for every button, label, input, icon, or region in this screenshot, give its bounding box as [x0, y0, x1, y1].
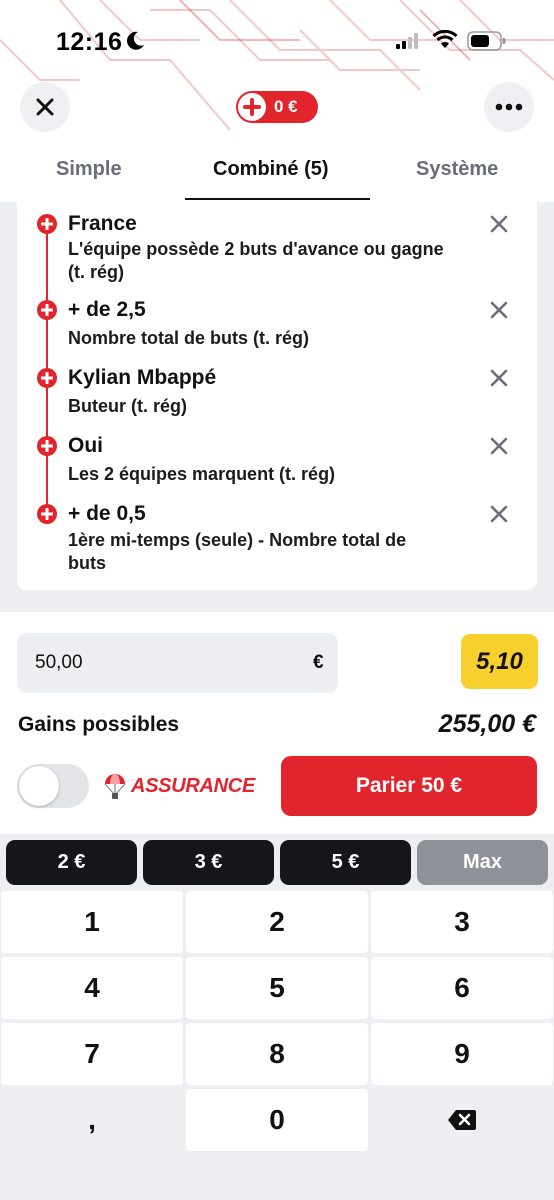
more-options-button[interactable]	[484, 82, 534, 132]
quick-amount-max-button[interactable]: Max	[417, 840, 548, 885]
remove-selection-icon[interactable]	[490, 215, 508, 233]
selection-description: L'équipe possède 2 buts d'avance ou gagn…	[68, 239, 444, 282]
selection-description: Buteur (t. rég)	[68, 396, 187, 416]
stake-input[interactable]: 50,00 €	[17, 633, 338, 693]
cellular-signal-icon	[396, 33, 418, 49]
insurance-parachute-icon	[104, 774, 126, 799]
key-7[interactable]: 7	[1, 1023, 183, 1085]
plus-icon	[37, 504, 57, 524]
insurance-toggle[interactable]	[17, 764, 89, 808]
coupon-amount: 0 €	[274, 97, 298, 116]
key-2[interactable]: 2	[186, 891, 368, 953]
tab-combine[interactable]: Combiné (5)	[213, 158, 329, 181]
status-time: 12:16	[56, 28, 123, 56]
selection-title: Kylian Mbappé	[68, 366, 217, 389]
quick-amount-2-button[interactable]: 2 €	[6, 840, 137, 885]
selection-title: + de 2,5	[68, 298, 146, 321]
key-3[interactable]: 3	[371, 891, 553, 953]
remove-selection-icon[interactable]	[490, 301, 508, 319]
plus-icon	[238, 93, 266, 121]
close-icon	[36, 98, 54, 116]
key-9[interactable]: 9	[371, 1023, 553, 1085]
insurance-label: ASSURANCE	[131, 775, 255, 797]
plus-icon	[37, 368, 57, 388]
backspace-icon	[448, 1110, 476, 1130]
selection-description: Les 2 équipes marquent (t. rég)	[68, 464, 336, 484]
potential-gains-value: 255,00 €	[438, 710, 536, 738]
quick-amount-5-button[interactable]: 5 €	[280, 840, 411, 885]
key-6[interactable]: 6	[371, 957, 553, 1019]
key-5[interactable]: 5	[186, 957, 368, 1019]
moon-icon	[127, 31, 144, 50]
total-odds-badge: 5,10	[461, 634, 538, 689]
potential-gains-label: Gains possibles	[18, 713, 180, 736]
wifi-icon	[432, 30, 458, 48]
remove-selection-icon[interactable]	[490, 505, 508, 523]
header-area: 12:16 0 € Simple Combiné (5) Système	[0, 0, 554, 200]
bet-type-tabs: Simple Combiné (5) Système	[0, 150, 554, 200]
plus-icon	[37, 436, 57, 456]
more-horizontal-icon	[495, 103, 523, 111]
selection-title: France	[68, 212, 137, 235]
quick-amount-3-button[interactable]: 3 €	[143, 840, 274, 885]
key-decimal-comma[interactable]: ,	[1, 1089, 183, 1151]
toggle-knob	[19, 766, 59, 806]
active-tab-indicator	[185, 198, 370, 200]
coupon-badge[interactable]: 0 €	[236, 91, 318, 123]
battery-icon	[467, 31, 506, 51]
close-button[interactable]	[20, 82, 70, 132]
plus-icon	[37, 214, 57, 234]
place-bet-button[interactable]: Parier 50 €	[281, 756, 537, 816]
selection-title: Oui	[68, 434, 103, 457]
selection-description: 1ère mi-temps (seule) - Nombre total de …	[68, 530, 407, 573]
plus-icon	[37, 300, 57, 320]
stake-currency: €	[313, 652, 324, 673]
remove-selection-icon[interactable]	[490, 369, 508, 387]
key-1[interactable]: 1	[1, 891, 183, 953]
status-bar: 12:16	[0, 0, 554, 80]
key-backspace[interactable]	[371, 1089, 553, 1151]
tab-simple[interactable]: Simple	[56, 158, 122, 181]
selection-description: Nombre total de buts (t. rég)	[68, 328, 310, 348]
remove-selection-icon[interactable]	[490, 437, 508, 455]
selection-title: + de 0,5	[68, 502, 146, 525]
key-8[interactable]: 8	[186, 1023, 368, 1085]
stake-value: 50,00	[35, 652, 83, 673]
key-0[interactable]: 0	[186, 1089, 368, 1151]
key-4[interactable]: 4	[1, 957, 183, 1019]
tab-systeme[interactable]: Système	[416, 158, 498, 181]
